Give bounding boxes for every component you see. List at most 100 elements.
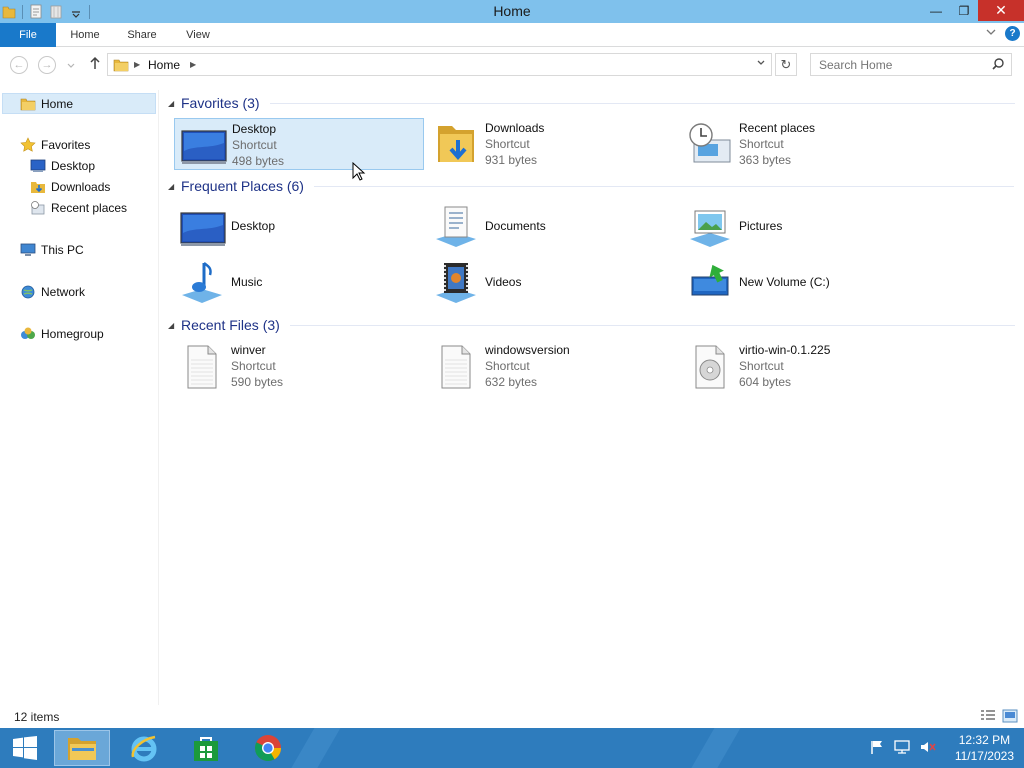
minimize-button[interactable]: —: [922, 0, 950, 21]
tile-music[interactable]: Music: [174, 257, 424, 309]
close-button[interactable]: ✕: [978, 0, 1024, 21]
up-button[interactable]: [88, 55, 102, 73]
tile-recent-places-shortcut[interactable]: Recent places Shortcut 363 bytes: [682, 118, 932, 170]
breadcrumb-home[interactable]: Home: [148, 58, 180, 72]
documents-icon: [432, 203, 480, 251]
collapse-icon[interactable]: ◢: [160, 182, 181, 191]
tile-winver[interactable]: winver Shortcut 590 bytes: [174, 340, 424, 392]
tab-share[interactable]: Share: [114, 23, 170, 47]
tile-name: Music: [231, 275, 263, 289]
tile-name: Recent places: [739, 121, 816, 135]
clock[interactable]: 12:32 PM 11/17/2023: [955, 732, 1014, 764]
search-box[interactable]: [810, 53, 1012, 76]
group-title-recent-files: Recent Files (3): [181, 317, 280, 333]
tile-desktop-shortcut[interactable]: Desktop Shortcut 498 bytes: [174, 118, 424, 170]
nav-item-favorites[interactable]: Favorites: [20, 135, 90, 155]
chrome-icon: [254, 735, 282, 762]
nav-item-homegroup[interactable]: Homegroup: [20, 324, 104, 344]
nav-label-homegroup: Homegroup: [41, 327, 104, 341]
help-icon[interactable]: ?: [1005, 26, 1020, 41]
nav-item-network[interactable]: Network: [20, 282, 85, 302]
recent-places-icon: [31, 201, 45, 215]
nav-label-favorites: Favorites: [41, 138, 91, 152]
ribbon-right-controls: ?: [985, 26, 1020, 41]
homegroup-icon: [21, 327, 35, 339]
taskbar-file-explorer[interactable]: [54, 730, 110, 766]
tile-type: Shortcut: [485, 137, 530, 151]
tile-size: 590 bytes: [231, 375, 284, 389]
nav-item-this-pc[interactable]: This PC: [20, 240, 84, 260]
downloads-icon: [31, 182, 45, 193]
collapse-icon[interactable]: ◢: [160, 99, 181, 108]
taskbar-chrome[interactable]: [240, 730, 296, 766]
nav-item-downloads[interactable]: Downloads: [30, 177, 110, 197]
tile-size: 931 bytes: [485, 153, 538, 167]
start-button[interactable]: [0, 730, 50, 766]
back-button[interactable]: ←: [10, 56, 28, 74]
group-header-frequent-places[interactable]: ◢ Frequent Places (6): [160, 175, 1020, 197]
disc-file-icon: [686, 342, 734, 390]
address-dropdown-icon[interactable]: [756, 58, 766, 71]
file-icon: [178, 342, 226, 390]
tile-pictures[interactable]: Pictures: [682, 201, 932, 253]
tile-name: windowsversion: [485, 343, 570, 357]
group-header-recent-files[interactable]: ◢ Recent Files (3): [160, 314, 1020, 336]
tile-name: Desktop: [231, 219, 276, 233]
collapse-icon[interactable]: ◢: [160, 321, 181, 330]
pictures-icon: [686, 203, 734, 251]
content-area: ◢ Favorites (3) Desktop Shortcut 498 byt…: [160, 90, 1024, 705]
taskbar-internet-explorer[interactable]: [116, 730, 172, 766]
group-header-favorites[interactable]: ◢ Favorites (3): [160, 92, 1020, 114]
large-icons-view-icon[interactable]: [1002, 709, 1018, 726]
taskbar-decoration: [679, 728, 747, 768]
tab-file[interactable]: File: [0, 23, 56, 47]
tile-size: 363 bytes: [739, 153, 792, 167]
windows-logo-icon: [13, 736, 37, 760]
network-icon: [21, 285, 35, 299]
tile-type: Shortcut: [232, 138, 277, 152]
breadcrumb-arrow-icon[interactable]: ▶: [134, 60, 140, 69]
tile-new-volume-c[interactable]: New Volume (C:): [682, 257, 932, 309]
tile-name: Pictures: [739, 219, 783, 233]
folder-icon: [113, 57, 129, 75]
tile-type: Shortcut: [739, 359, 784, 373]
address-bar[interactable]: ▶ Home ▶: [107, 53, 772, 76]
nav-item-recent-places[interactable]: Recent places: [30, 198, 127, 218]
tile-name: Desktop: [232, 122, 277, 136]
recent-places-icon: [686, 120, 734, 168]
tile-virtio-win[interactable]: virtio-win-0.1.225 Shortcut 604 bytes: [682, 340, 932, 392]
status-bar: 12 items: [0, 706, 1024, 728]
file-explorer-icon: [68, 738, 96, 760]
network-tray-icon[interactable]: [893, 739, 911, 758]
nav-label-desktop: Desktop: [51, 159, 96, 173]
search-input[interactable]: [811, 54, 981, 75]
tile-windowsversion[interactable]: windowsversion Shortcut 632 bytes: [428, 340, 678, 392]
tab-home[interactable]: Home: [56, 23, 114, 47]
volume-muted-icon[interactable]: [919, 739, 937, 758]
nav-item-desktop[interactable]: Desktop: [30, 156, 95, 176]
tile-desktop[interactable]: Desktop: [174, 201, 424, 253]
maximize-button[interactable]: ❐: [950, 0, 978, 21]
taskbar-store[interactable]: [178, 730, 234, 766]
forward-button[interactable]: →: [38, 56, 56, 74]
search-icon[interactable]: [991, 57, 1005, 74]
pane-divider[interactable]: [158, 90, 159, 705]
recent-locations-icon[interactable]: [66, 59, 76, 73]
group-title-frequent-places: Frequent Places (6): [181, 178, 304, 194]
tile-videos[interactable]: Videos: [428, 257, 678, 309]
window-controls: — ❐ ✕: [922, 0, 1024, 22]
title-bar: Home — ❐ ✕: [0, 0, 1024, 23]
navigation-pane: Home Favorites Desktop Downloads Recent …: [0, 90, 158, 705]
group-divider: [313, 185, 1014, 187]
tile-downloads-shortcut[interactable]: Downloads Shortcut 931 bytes: [428, 118, 678, 170]
internet-explorer-icon: [131, 735, 157, 762]
expand-ribbon-icon[interactable]: [985, 27, 997, 40]
tab-view[interactable]: View: [170, 23, 226, 47]
breadcrumb-arrow-icon[interactable]: ▶: [190, 60, 196, 69]
refresh-button[interactable]: ↻: [775, 53, 797, 76]
tile-documents[interactable]: Documents: [428, 201, 678, 253]
details-view-icon[interactable]: [980, 709, 996, 726]
action-center-flag-icon[interactable]: [869, 739, 885, 758]
item-count: 12 items: [14, 710, 60, 724]
nav-item-home[interactable]: Home: [20, 94, 73, 114]
